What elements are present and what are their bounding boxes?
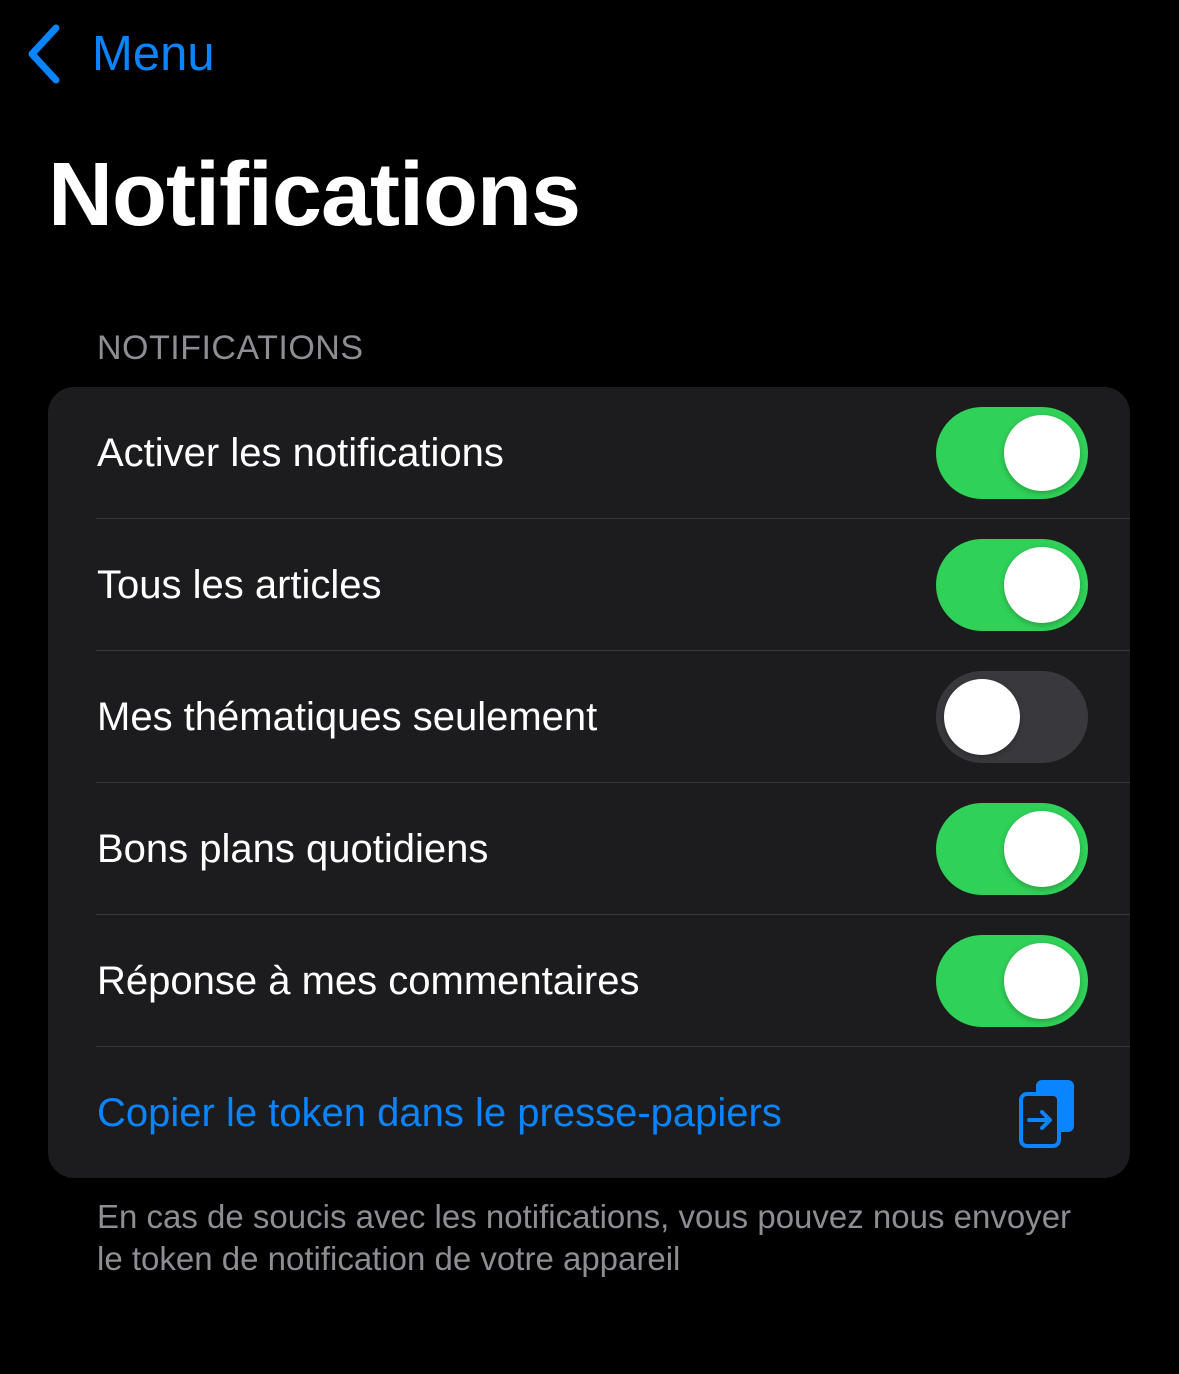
toggle-knob bbox=[1004, 811, 1080, 887]
copy-to-clipboard-icon bbox=[1018, 1077, 1078, 1149]
toggle-knob bbox=[1004, 547, 1080, 623]
copy-token-label: Copier le token dans le presse-papiers bbox=[97, 1091, 782, 1135]
back-button[interactable]: Menu bbox=[24, 22, 215, 86]
section-footer-note: En cas de soucis avec les notifications,… bbox=[97, 1198, 1072, 1277]
toggle-knob bbox=[1004, 415, 1080, 491]
mes-thematiques-toggle[interactable] bbox=[936, 671, 1088, 763]
setting-label: Réponse à mes commentaires bbox=[97, 959, 640, 1003]
bons-plans-toggle[interactable] bbox=[936, 803, 1088, 895]
setting-row-mes-thematiques: Mes thématiques seulement bbox=[48, 651, 1130, 783]
setting-row-tous-articles: Tous les articles bbox=[48, 519, 1130, 651]
setting-row-bons-plans: Bons plans quotidiens bbox=[48, 783, 1130, 915]
reponse-commentaires-toggle[interactable] bbox=[936, 935, 1088, 1027]
setting-row-reponse-commentaires: Réponse à mes commentaires bbox=[48, 915, 1130, 1047]
chevron-left-icon bbox=[24, 22, 68, 86]
setting-label: Activer les notifications bbox=[97, 431, 504, 475]
back-button-label: Menu bbox=[92, 27, 215, 81]
copy-token-button[interactable]: Copier le token dans le presse-papiers bbox=[48, 1047, 1130, 1178]
notifications-settings-group: Activer les notifications Tous les artic… bbox=[48, 387, 1130, 1178]
setting-label: Tous les articles bbox=[97, 563, 382, 607]
toggle-knob bbox=[1004, 943, 1080, 1019]
setting-label: Mes thématiques seulement bbox=[97, 695, 598, 739]
page-title: Notifications bbox=[48, 145, 581, 245]
section-header: NOTIFICATIONS bbox=[97, 329, 364, 367]
activer-notifications-toggle[interactable] bbox=[936, 407, 1088, 499]
setting-row-activer-notifications: Activer les notifications bbox=[48, 387, 1130, 519]
toggle-knob bbox=[944, 679, 1020, 755]
tous-articles-toggle[interactable] bbox=[936, 539, 1088, 631]
setting-label: Bons plans quotidiens bbox=[97, 827, 489, 871]
